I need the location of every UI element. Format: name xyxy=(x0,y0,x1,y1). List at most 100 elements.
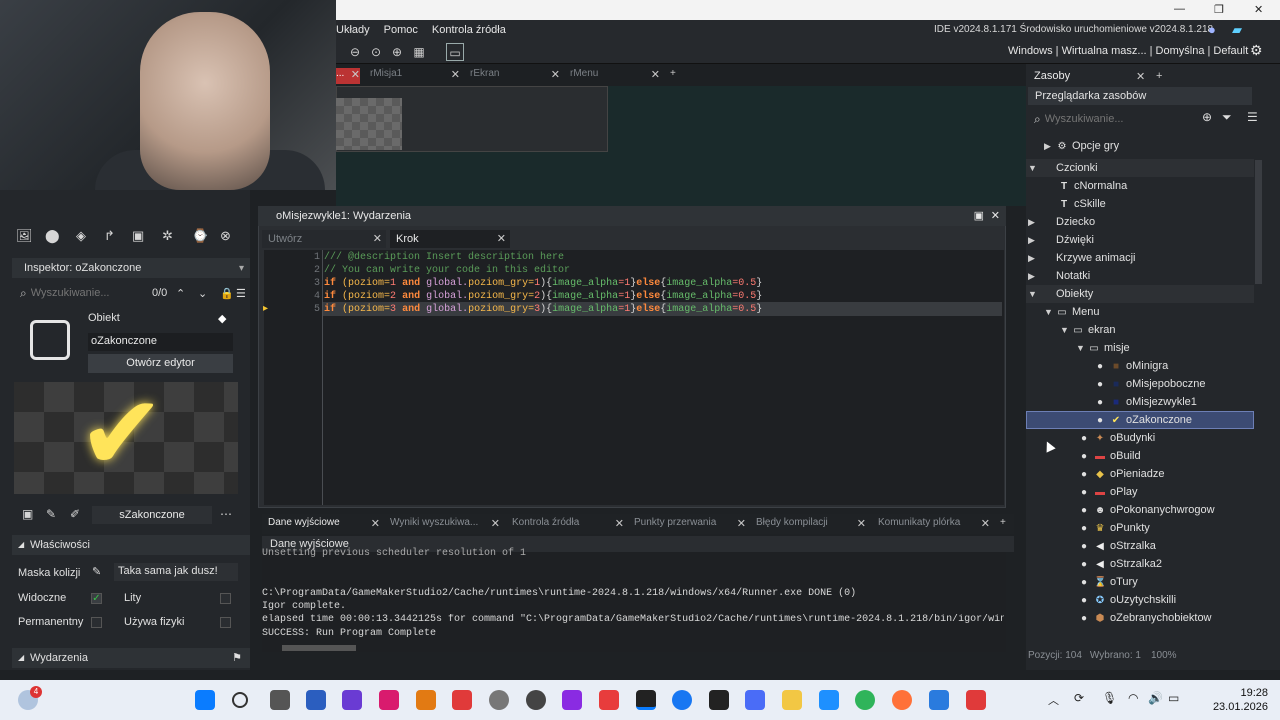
output-tab-search[interactable]: Wyniki wyszukiwa... ✕ xyxy=(390,517,500,533)
asset-folder-objects[interactable]: ▼ Obiekty xyxy=(1026,285,1254,303)
minimize-icon[interactable]: — xyxy=(1174,3,1185,15)
collapse-icon[interactable]: ▼ xyxy=(1076,339,1088,357)
asset-folder-child[interactable]: ▶ Dziecko xyxy=(1028,213,1095,231)
close-icon[interactable]: ✕ xyxy=(991,206,1000,226)
close-icon[interactable]: ✕ xyxy=(737,517,746,530)
output-tab-errors[interactable]: Błędy kompilacji ✕ xyxy=(756,517,866,533)
chevron-down-icon[interactable]: ▾ xyxy=(239,263,244,274)
asset-item-opieniadze[interactable]: ● ◆ oPieniadze xyxy=(1078,465,1164,483)
close-icon[interactable]: ✕ xyxy=(551,68,560,81)
output-log[interactable]: Unsetting previous scheduler resolution … xyxy=(262,548,1006,652)
assets-tab[interactable]: Zasoby xyxy=(1034,70,1070,82)
taskview-icon[interactable] xyxy=(270,690,290,710)
brush-icon[interactable]: ✐ xyxy=(70,507,80,521)
object-name-input[interactable]: oZakonczone xyxy=(88,333,233,351)
asset-item-ostrzalka2[interactable]: ● ◀ oStrzalka2 xyxy=(1078,555,1162,573)
timeline-icon[interactable]: ⌚ xyxy=(192,228,208,244)
close-icon[interactable]: ✕ xyxy=(371,517,380,530)
asset-item-omisjezwykle1[interactable]: ● ■ oMisjezwykle1 xyxy=(1094,393,1197,411)
menu-help[interactable]: Pomoc xyxy=(384,24,418,36)
asset-item-obuild[interactable]: ● ▬ oBuild xyxy=(1078,447,1141,465)
close-icon[interactable]: ✕ xyxy=(1136,70,1145,83)
asset-item-ominigra[interactable]: ● ■ oMinigra xyxy=(1094,357,1168,375)
add-asset-icon[interactable]: ⊕ xyxy=(1202,110,1212,124)
asset-folder-notes[interactable]: ▶ Notatki xyxy=(1028,267,1090,285)
target-selector[interactable]: Windows | Wirtualna masz... | Domyślna |… xyxy=(1008,45,1248,57)
close-icon[interactable]: ✕ xyxy=(351,68,360,81)
filter-icon[interactable]: ⏷ xyxy=(1222,110,1232,125)
close-icon[interactable]: ✕ xyxy=(373,230,382,248)
add-tab-icon[interactable]: + xyxy=(1000,517,1010,533)
app-icon[interactable] xyxy=(562,690,582,710)
inspector-search-input[interactable] xyxy=(30,287,141,299)
asset-item-cnormalna[interactable]: TcNormalna xyxy=(1058,177,1127,195)
zoom-out-icon[interactable]: ⊖ xyxy=(346,43,364,61)
output-tab-output[interactable]: Dane wyjściowe ✕ xyxy=(268,517,380,533)
wifi-icon[interactable]: ◠ xyxy=(1128,691,1138,705)
battery-icon[interactable]: ▭ xyxy=(1168,691,1179,705)
asset-item-ouzytychskilli[interactable]: ● ✪ oUzytychskilli xyxy=(1078,591,1176,609)
close-icon[interactable]: ✕ xyxy=(497,230,506,248)
zoom-reset-icon[interactable]: ⊙ xyxy=(367,43,385,61)
mask-dropdown[interactable]: Taka sama jak dusz! xyxy=(114,563,238,581)
search-icon[interactable] xyxy=(232,692,248,708)
zoom-in-icon[interactable]: ⊕ xyxy=(388,43,406,61)
sprite-icon[interactable]: 🖼 xyxy=(16,228,33,244)
close-icon[interactable]: ✕ xyxy=(651,68,660,81)
start-menu-icon[interactable] xyxy=(195,690,215,710)
sound-icon[interactable]: ⬤ xyxy=(45,228,60,244)
folder-icon[interactable] xyxy=(782,690,802,710)
sprite-edit-icon[interactable]: ▣ xyxy=(22,507,33,521)
sync-icon[interactable]: ⟳ xyxy=(1074,691,1084,705)
asset-item-game-options[interactable]: ▶ ⚙ Opcje gry xyxy=(1044,137,1119,155)
app-icon[interactable] xyxy=(342,690,362,710)
chevron-up-icon[interactable]: ⌃ xyxy=(176,287,185,300)
output-tab-source[interactable]: Kontrola źródła ✕ xyxy=(512,517,624,533)
app-icon[interactable] xyxy=(452,690,472,710)
add-tab-icon[interactable]: + xyxy=(670,68,682,84)
shader-icon[interactable]: ✲ xyxy=(162,228,173,244)
visible-checkbox[interactable]: ✓ xyxy=(91,593,102,604)
volume-icon[interactable]: 🔊 xyxy=(1148,691,1163,705)
app-icon[interactable] xyxy=(379,690,399,710)
close-icon[interactable]: ✕ xyxy=(981,517,990,530)
edit-mask-icon[interactable]: ✎ xyxy=(92,565,101,578)
expand-icon[interactable]: ▶ xyxy=(1028,213,1040,231)
asset-folder-sounds[interactable]: ▶ Dźwięki xyxy=(1028,231,1094,249)
asset-item-ozakonczone[interactable]: ● ✔ oZakonczone xyxy=(1094,411,1192,429)
expand-icon[interactable]: ▶ xyxy=(1044,137,1056,155)
chevron-up-icon[interactable]: ︿ xyxy=(1048,692,1059,708)
close-icon[interactable]: ✕ xyxy=(491,517,500,530)
app-icon[interactable] xyxy=(489,690,509,710)
close-icon[interactable]: ✕ xyxy=(615,517,624,530)
asset-scrollbar[interactable] xyxy=(1255,160,1262,284)
asset-search-input[interactable] xyxy=(1044,113,1165,125)
workspace-tab-rekran[interactable]: rEkran ✕ xyxy=(470,68,560,84)
collapse-icon[interactable]: ▼ xyxy=(1060,321,1072,339)
close-icon[interactable]: ✕ xyxy=(1254,3,1263,16)
menu-icon[interactable]: ☰ xyxy=(236,287,246,300)
grid-icon[interactable]: ▦ xyxy=(410,43,428,61)
collapse-icon[interactable]: ▼ xyxy=(1028,159,1040,177)
sprite-name-field[interactable]: sZakonczone xyxy=(92,506,212,524)
expand-icon[interactable]: ▶ xyxy=(1028,231,1040,249)
app-icon[interactable] xyxy=(966,690,986,710)
app-icon[interactable] xyxy=(819,690,839,710)
add-tab-icon[interactable]: + xyxy=(1156,70,1162,82)
clock[interactable]: 19:28 23.01.2026 xyxy=(1213,686,1268,714)
expand-icon[interactable]: ▶ xyxy=(1028,249,1040,267)
app-icon[interactable] xyxy=(745,690,765,710)
restore-icon[interactable]: ❐ xyxy=(1214,3,1224,16)
physics-checkbox[interactable] xyxy=(220,617,231,628)
asset-item-cskille[interactable]: TcSkille xyxy=(1058,195,1106,213)
expand-icon[interactable]: ▶ xyxy=(1028,267,1040,285)
maximize-icon[interactable]: ▣ xyxy=(974,206,984,226)
pencil-icon[interactable]: ✎ xyxy=(46,507,56,521)
horizontal-scrollbar[interactable] xyxy=(282,645,356,651)
asset-folder-menu[interactable]: ▼ ▭ Menu xyxy=(1044,303,1100,321)
chevron-down-icon[interactable]: ⌄ xyxy=(198,287,207,300)
close-icon[interactable]: ✕ xyxy=(451,68,460,81)
chat-icon[interactable]: ▰ xyxy=(1232,22,1242,38)
event-tab-create[interactable]: Utwórz ✕ xyxy=(262,230,386,248)
tag-icon[interactable]: ◆ xyxy=(218,312,226,325)
